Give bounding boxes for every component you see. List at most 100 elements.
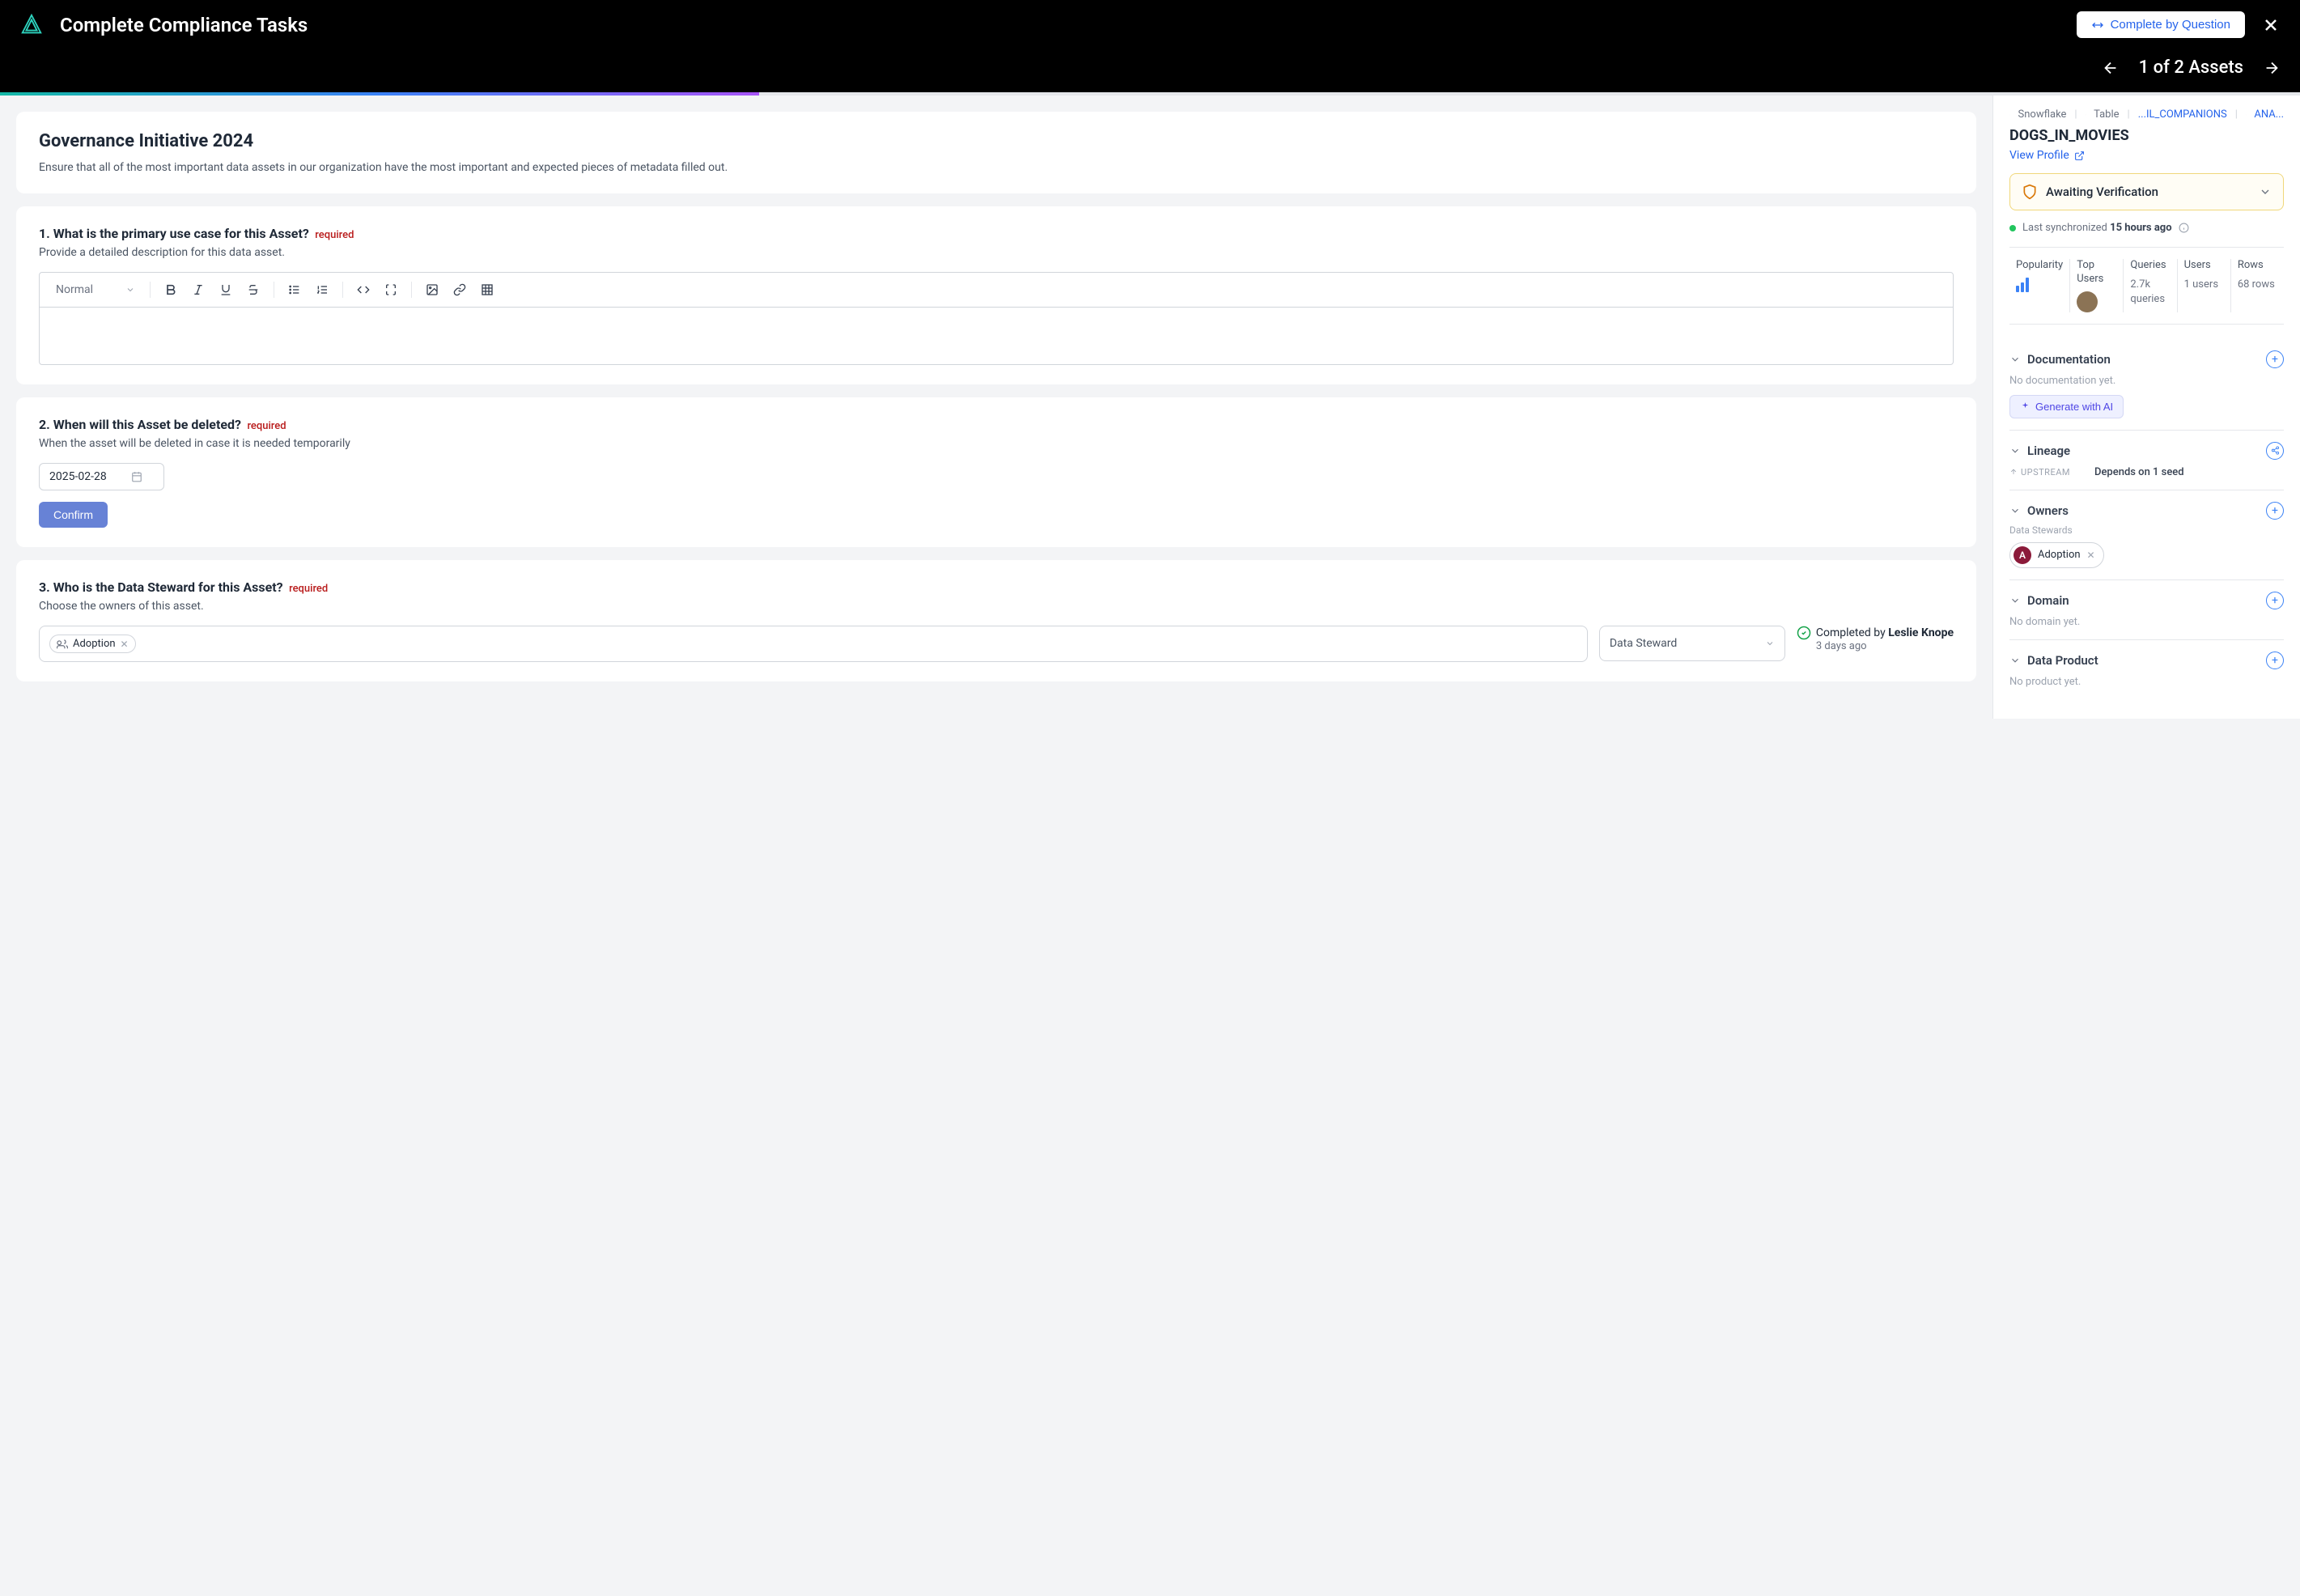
popularity-bars-icon [2016, 278, 2063, 292]
add-documentation-button[interactable]: + [2266, 350, 2284, 368]
rows-label: Rows [2238, 259, 2277, 273]
calendar-icon [131, 471, 142, 482]
format-select[interactable]: Normal [49, 280, 142, 299]
breadcrumb-link-2[interactable]: ANA... [2254, 108, 2284, 121]
queries-value: 2.7k queries [2130, 278, 2170, 307]
remove-owner-button[interactable]: ✕ [2087, 550, 2095, 561]
bold-button[interactable] [159, 278, 183, 302]
check-circle-icon [1797, 626, 1811, 640]
add-owner-button[interactable]: + [2266, 502, 2284, 520]
top-users-label: Top Users [2077, 259, 2116, 287]
next-asset-button[interactable] [2263, 59, 2281, 77]
verification-label: Awaiting Verification [2046, 185, 2251, 199]
add-data-product-button[interactable]: + [2266, 652, 2284, 669]
info-icon[interactable] [2179, 223, 2189, 233]
lineage-share-button[interactable] [2266, 442, 2284, 460]
chevron-down-icon [1765, 639, 1775, 648]
domain-title: Domain [2027, 593, 2260, 608]
initiative-card: Governance Initiative 2024 Ensure that a… [16, 112, 1976, 193]
complete-by-question-label: Complete by Question [2111, 18, 2230, 32]
documentation-empty: No documentation yet. [2009, 375, 2284, 387]
sparkle-icon [2020, 401, 2031, 412]
view-profile-link[interactable]: View Profile [2009, 149, 2284, 162]
shield-icon [2022, 184, 2038, 200]
data-product-title: Data Product [2027, 653, 2260, 668]
owner-tag-label: Adoption [73, 638, 116, 650]
strikethrough-button[interactable] [241, 278, 265, 302]
date-value: 2025-02-28 [49, 470, 107, 483]
sync-dot-icon [2009, 225, 2016, 231]
breadcrumb-link-1[interactable]: ...IL_COMPANIONS [2138, 108, 2227, 121]
q2-description: When the asset will be deleted in case i… [39, 437, 1954, 450]
stats-row: Popularity Top Users Queries 2.7k querie… [2009, 247, 2284, 325]
owner-pill[interactable]: A Adoption ✕ [2009, 542, 2104, 568]
close-icon[interactable] [2261, 15, 2281, 35]
data-product-empty: No product yet. [2009, 676, 2284, 688]
owners-select[interactable]: Adoption ✕ [39, 626, 1588, 662]
generate-ai-button[interactable]: Generate with AI [2009, 395, 2124, 418]
underline-button[interactable] [214, 278, 238, 302]
popularity-label: Popularity [2016, 259, 2063, 273]
asset-name: DOGS_IN_MOVIES [2009, 127, 2284, 144]
lineage-title: Lineage [2027, 444, 2260, 458]
chevron-down-icon[interactable] [2009, 354, 2021, 365]
q1-required-badge: required [315, 229, 354, 241]
link-button[interactable] [448, 278, 472, 302]
owners-title: Owners [2027, 503, 2260, 518]
question-2-card: 2. When will this Asset be deleted? requ… [16, 397, 1976, 547]
chevron-down-icon [125, 285, 135, 295]
add-domain-button[interactable]: + [2266, 592, 2284, 609]
rows-value: 68 rows [2238, 278, 2277, 292]
owner-avatar: A [2014, 546, 2031, 564]
q3-description: Choose the owners of this asset. [39, 600, 1954, 613]
image-button[interactable] [420, 278, 444, 302]
complete-by-question-button[interactable]: Complete by Question [2077, 11, 2245, 38]
editor-textarea[interactable] [40, 308, 1953, 364]
asset-counter: 1 of 2 Assets [2139, 57, 2243, 78]
bullet-list-button[interactable] [282, 278, 307, 302]
ordered-list-button[interactable] [310, 278, 334, 302]
app-logo [19, 13, 44, 37]
role-select[interactable]: Data Steward [1599, 626, 1785, 661]
users-value: 1 users [2184, 278, 2224, 292]
initiative-title: Governance Initiative 2024 [39, 131, 1954, 151]
role-label: Data Steward [1610, 637, 1677, 650]
q2-required-badge: required [247, 420, 286, 432]
q3-required-badge: required [289, 583, 328, 595]
snowflake-icon [2009, 109, 2010, 121]
chevron-down-icon[interactable] [2009, 505, 2021, 516]
completed-ago: 3 days ago [1816, 640, 1954, 652]
remove-tag-button[interactable]: ✕ [121, 639, 129, 650]
external-link-icon [2074, 151, 2085, 161]
confirm-button[interactable]: Confirm [39, 502, 108, 528]
date-input[interactable]: 2025-02-28 [39, 463, 164, 490]
code-button[interactable] [351, 278, 376, 302]
code-block-button[interactable] [379, 278, 403, 302]
documentation-title: Documentation [2027, 352, 2260, 367]
completed-status: Completed by Leslie Knope 3 days ago [1797, 626, 1954, 652]
prev-asset-button[interactable] [2102, 59, 2120, 77]
chevron-down-icon [2259, 185, 2272, 198]
q2-title: 2. When will this Asset be deleted? [39, 417, 241, 432]
verification-banner[interactable]: Awaiting Verification [2009, 173, 2284, 210]
italic-button[interactable] [186, 278, 210, 302]
upstream-label: UPSTREAM [2009, 467, 2070, 478]
chevron-down-icon[interactable] [2009, 595, 2021, 606]
question-3-card: 3. Who is the Data Steward for this Asse… [16, 560, 1976, 681]
sync-status: Last synchronized 15 hours ago [2009, 222, 2284, 234]
avatar[interactable] [2077, 291, 2098, 312]
table-button[interactable] [475, 278, 499, 302]
owners-subtitle: Data Stewards [2009, 524, 2284, 536]
q1-description: Provide a detailed description for this … [39, 246, 1954, 259]
domain-empty: No domain yet. [2009, 616, 2284, 628]
question-1-card: 1. What is the primary use case for this… [16, 206, 1976, 384]
initiative-description: Ensure that all of the most important da… [39, 161, 1954, 174]
chevron-down-icon[interactable] [2009, 655, 2021, 666]
q1-title: 1. What is the primary use case for this… [39, 226, 309, 241]
users-icon [57, 639, 68, 650]
chevron-down-icon[interactable] [2009, 445, 2021, 456]
owner-tag: Adoption ✕ [49, 635, 136, 653]
page-title: Complete Compliance Tasks [60, 14, 2077, 36]
breadcrumb: Snowflake | Table | ...IL_COMPANIONS | A… [2009, 108, 2284, 121]
queries-label: Queries [2130, 259, 2170, 273]
